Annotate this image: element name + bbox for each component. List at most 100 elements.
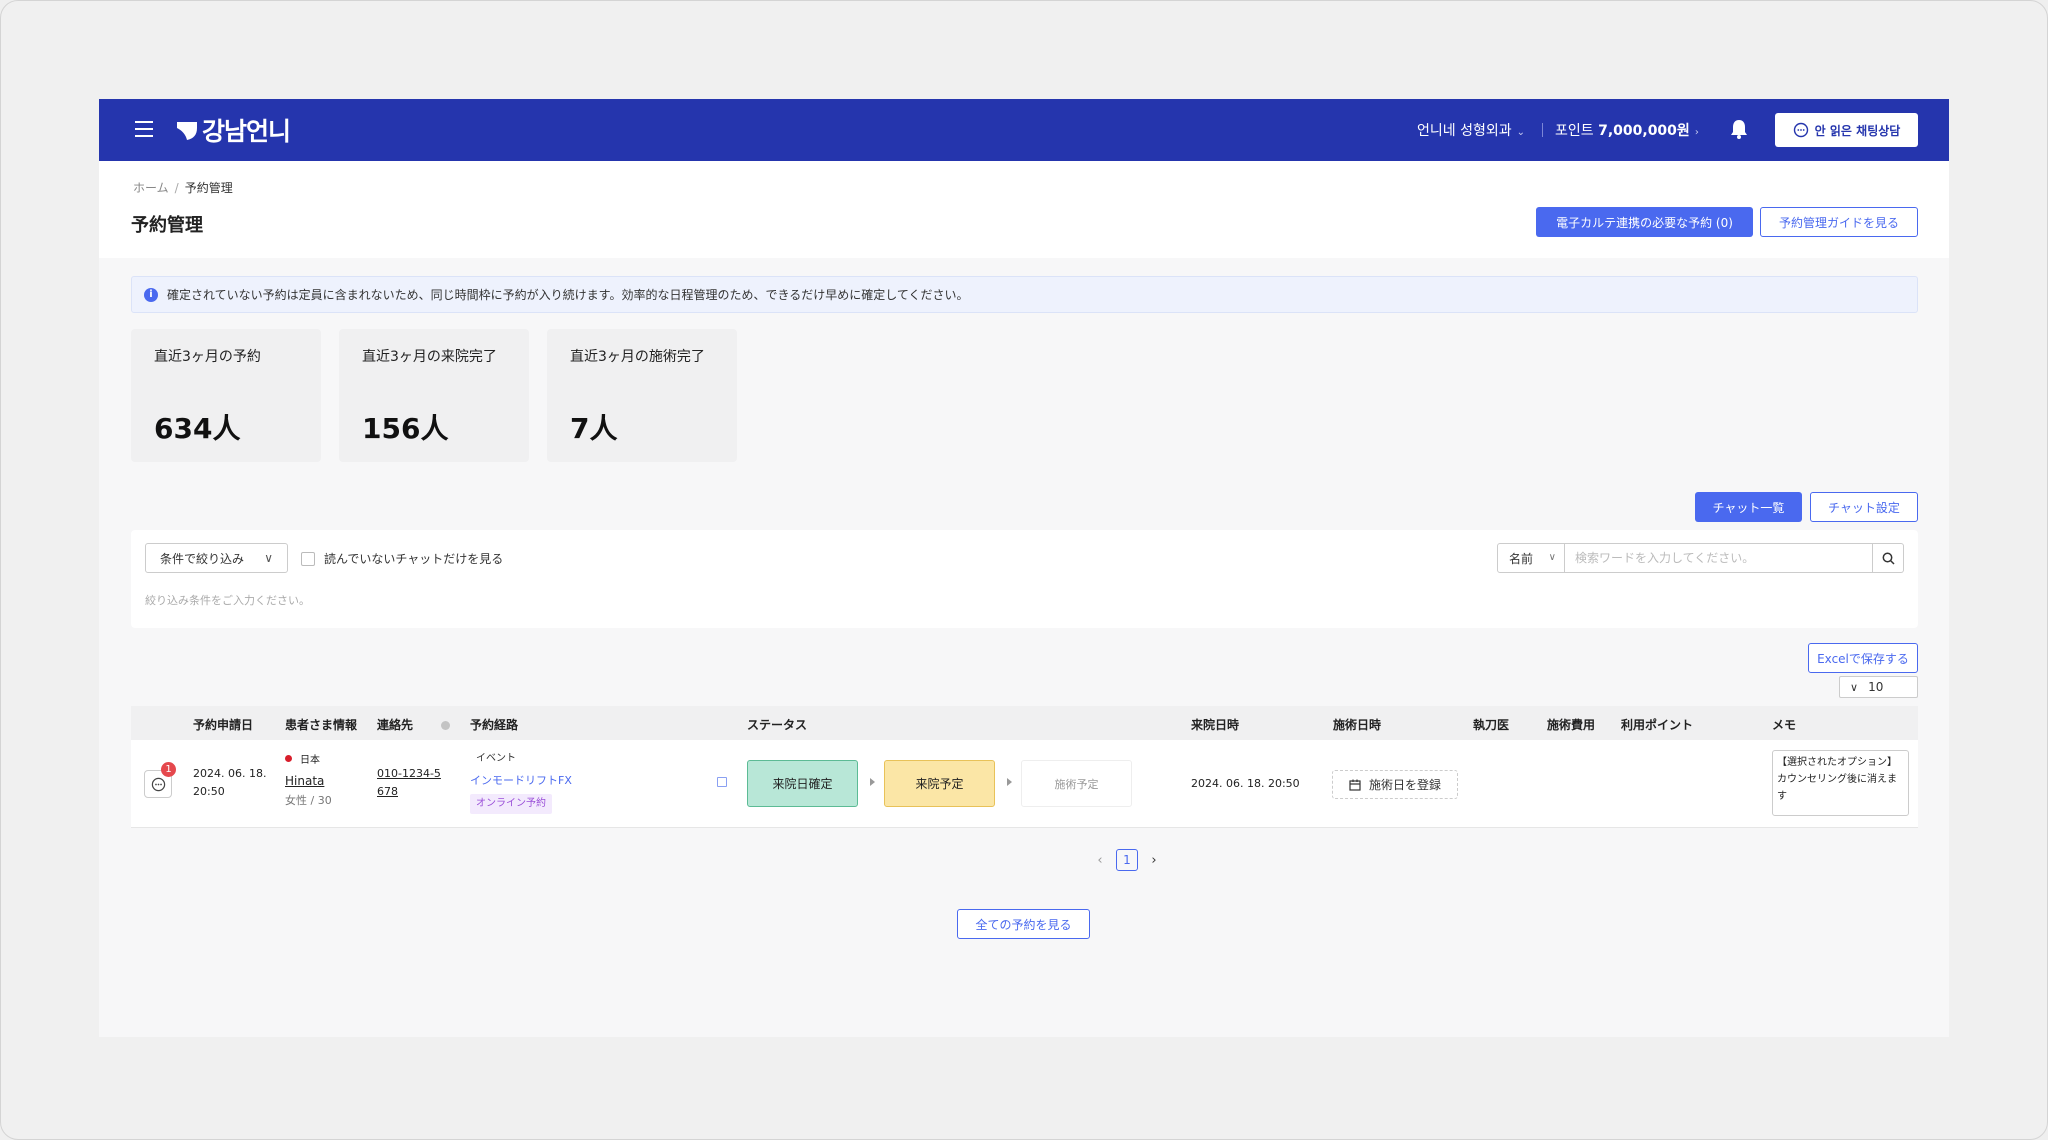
route-type-label: イベント bbox=[476, 753, 516, 764]
page-size-select[interactable]: ∨ 10 bbox=[1839, 676, 1918, 698]
top-navigation-bar: 강남언니 언니네 성형외과 ⌄ 포인트 7,000,000원 › 안 읽은 채팅상담 bbox=[99, 99, 1949, 161]
stat-value: 634人 bbox=[154, 412, 241, 445]
points-link[interactable]: 포인트 7,000,000원 › bbox=[1555, 120, 1699, 140]
patient-name-link[interactable]: Hinata bbox=[285, 770, 332, 792]
patient-country: 日本 bbox=[285, 752, 332, 770]
applied-date-cell: 2024. 06. 18. 20:50 bbox=[193, 765, 266, 801]
filter-condition-select[interactable]: 条件で絞り込み ∨ bbox=[145, 543, 288, 573]
unread-only-checkbox[interactable] bbox=[301, 551, 315, 566]
route-cell: イベント インモードリフトFX オンライン予約 bbox=[470, 750, 572, 814]
chat-bubble-icon bbox=[151, 777, 166, 792]
page-title: 予約管理 bbox=[131, 215, 203, 236]
breadcrumb-home[interactable]: ホーム bbox=[133, 181, 169, 195]
search-button[interactable] bbox=[1873, 543, 1904, 573]
stat-label: 直近3ヶ月の施術完了 bbox=[570, 349, 705, 365]
col-route: 予約経路 bbox=[470, 718, 519, 732]
register-treatment-label: 施術日を登録 bbox=[1368, 778, 1441, 792]
col-points: 利用ポイント bbox=[1621, 718, 1694, 732]
info-banner: i 確定されていない予約は定員に含まれないため、同じ時間枠に予約が入り続けます。… bbox=[131, 276, 1918, 313]
chat-bubble-icon bbox=[1793, 122, 1808, 138]
route-name-link[interactable]: インモードリフトFX bbox=[470, 768, 572, 794]
page-number-current[interactable]: 1 bbox=[1116, 849, 1138, 871]
status-treatment-planned[interactable]: 施術予定 bbox=[1021, 760, 1132, 807]
col-contact: 連絡先 bbox=[377, 716, 451, 733]
guide-button[interactable]: 予約管理ガイドを見る bbox=[1760, 207, 1918, 237]
filter-panel: 条件で絞り込み ∨ 読んでいないチャットだけを見る 絞り込み条件をご入力ください… bbox=[131, 530, 1918, 628]
phone-line-1: 010-1234-5 bbox=[377, 767, 441, 780]
table-row[interactable]: 1 2024. 06. 18. 20:50 日本 Hinata 女性 / 30 … bbox=[131, 740, 1918, 828]
page-size-value: 10 bbox=[1868, 680, 1884, 694]
search-type-select[interactable]: 名前 ∨ bbox=[1497, 543, 1565, 573]
applied-time: 20:50 bbox=[193, 785, 225, 798]
filter-hint: 絞り込み条件をご入力ください。 bbox=[145, 594, 310, 607]
unread-chat-button[interactable]: 안 읽은 채팅상담 bbox=[1775, 113, 1918, 147]
stat-label: 直近3ヶ月の予約 bbox=[154, 349, 261, 365]
info-dot-icon[interactable] bbox=[441, 721, 451, 730]
patient-cell: 日本 Hinata 女性 / 30 bbox=[285, 752, 332, 810]
header-divider bbox=[1542, 123, 1543, 137]
table-header: 予約申請日 患者さま情報 連絡先 予約経路 ステータス 来院日時 施術日時 執刀… bbox=[131, 706, 1918, 740]
next-page-button[interactable]: › bbox=[1144, 853, 1164, 868]
unread-count-badge: 1 bbox=[161, 762, 176, 777]
filter-select-label: 条件で絞り込み bbox=[160, 551, 245, 566]
stat-card-visits: 直近3ヶ月の来院完了 156人 bbox=[339, 329, 529, 462]
info-icon: i bbox=[144, 287, 158, 302]
points-label: 포인트 bbox=[1555, 123, 1594, 139]
copy-icon[interactable] bbox=[717, 777, 727, 787]
patient-country-label: 日本 bbox=[300, 755, 320, 766]
emr-link-button[interactable]: 電子カルテ連携の必要な予約 (0) bbox=[1536, 207, 1753, 237]
chat-list-button[interactable]: チャット一覧 bbox=[1695, 492, 1802, 522]
unread-only-toggle[interactable]: 読んでいないチャットだけを見る bbox=[301, 550, 503, 567]
stat-card-reservations: 直近3ヶ月の予約 634人 bbox=[131, 329, 321, 462]
breadcrumb: ホーム / 予約管理 bbox=[133, 179, 233, 196]
menu-icon[interactable] bbox=[135, 121, 153, 137]
chevron-down-icon: ∨ bbox=[1548, 552, 1556, 563]
excel-export-button[interactable]: Excelで保存する bbox=[1808, 643, 1918, 673]
stat-value: 7人 bbox=[570, 412, 618, 445]
hospital-selector[interactable]: 언니네 성형외과 ⌄ bbox=[1417, 120, 1525, 140]
chevron-down-icon: ⌄ bbox=[1516, 127, 1526, 138]
contact-cell[interactable]: 010-1234-5 678 bbox=[377, 765, 441, 801]
bell-icon[interactable] bbox=[1729, 118, 1749, 140]
col-treatment-date: 施術日時 bbox=[1333, 718, 1382, 732]
chevron-down-icon: ∨ bbox=[264, 551, 273, 565]
breadcrumb-current: 予約管理 bbox=[184, 181, 233, 195]
stat-value: 156人 bbox=[362, 412, 449, 445]
chevron-down-icon: ∨ bbox=[1850, 680, 1859, 694]
chevron-right-icon: › bbox=[1694, 127, 1699, 138]
applied-date: 2024. 06. 18. bbox=[193, 767, 267, 780]
col-surgeon: 執刀医 bbox=[1473, 718, 1510, 732]
unread-chat-label: 안 읽은 채팅상담 bbox=[1814, 123, 1901, 138]
info-banner-text: 確定されていない予約は定員に含まれないため、同じ時間枠に予約が入り続けます。効率… bbox=[167, 288, 969, 302]
pagination: ‹ 1 › bbox=[1090, 849, 1164, 871]
stat-label: 直近3ヶ月の来院完了 bbox=[362, 349, 497, 365]
col-memo: メモ bbox=[1772, 718, 1797, 732]
search-icon bbox=[1882, 552, 1895, 565]
stat-card-treatments: 直近3ヶ月の施術完了 7人 bbox=[547, 329, 737, 462]
logo-text: 강남언니 bbox=[202, 117, 291, 146]
visit-datetime: 2024. 06. 18. 20:50 bbox=[1191, 777, 1300, 790]
online-reservation-badge: オンライン予約 bbox=[470, 794, 552, 814]
hospital-name: 언니네 성형외과 bbox=[1417, 123, 1512, 139]
japan-flag-icon bbox=[285, 755, 292, 762]
logo-mark-icon bbox=[177, 122, 197, 140]
calendar-icon bbox=[1349, 779, 1361, 791]
chat-settings-button[interactable]: チャット設定 bbox=[1810, 492, 1918, 522]
search-type-label: 名前 bbox=[1509, 551, 1534, 566]
patient-gender-age: 女性 / 30 bbox=[285, 794, 332, 807]
phone-line-2: 678 bbox=[377, 785, 398, 798]
register-treatment-date-button[interactable]: 施術日を登録 bbox=[1332, 770, 1458, 799]
breadcrumb-separator: / bbox=[174, 181, 179, 195]
search-input[interactable] bbox=[1565, 543, 1873, 573]
app-window: 강남언니 언니네 성형외과 ⌄ 포인트 7,000,000원 › 안 읽은 채팅상담… bbox=[99, 99, 1949, 1037]
logo[interactable]: 강남언니 bbox=[175, 113, 291, 147]
prev-page-button[interactable]: ‹ bbox=[1090, 853, 1110, 868]
col-visit-date: 来院日時 bbox=[1191, 718, 1240, 732]
col-applied-date: 予約申請日 bbox=[193, 718, 254, 732]
col-patient: 患者さま情報 bbox=[285, 718, 358, 732]
memo-field[interactable]: 【選択されたオプション】カウンセリング後に消えます bbox=[1772, 750, 1909, 816]
status-visit-planned[interactable]: 来院予定 bbox=[884, 760, 995, 807]
status-visit-confirmed[interactable]: 来院日確定 bbox=[747, 760, 858, 807]
view-all-reservations-button[interactable]: 全ての予約を見る bbox=[957, 909, 1090, 939]
col-fee: 施術費用 bbox=[1547, 718, 1596, 732]
